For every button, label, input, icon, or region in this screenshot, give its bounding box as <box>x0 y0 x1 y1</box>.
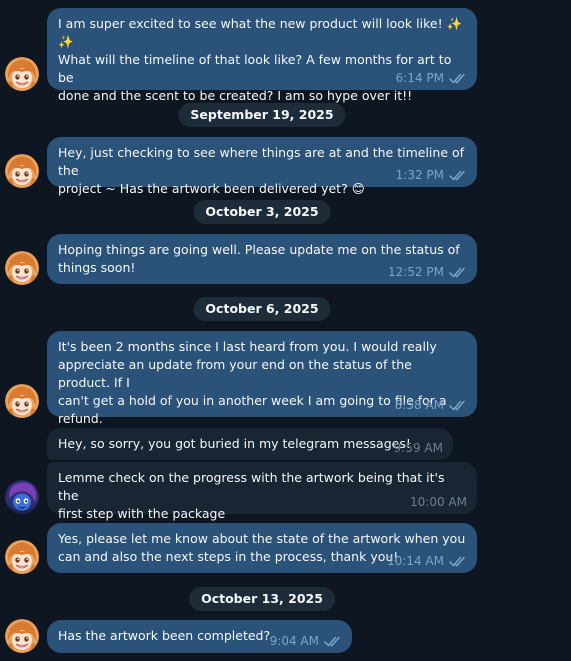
message-time: 6:14 PM <box>395 71 444 85</box>
message-time: 10:00 AM <box>410 495 467 509</box>
message-bubble-outgoing[interactable]: It's been 2 months since I last heard fr… <box>47 331 477 426</box>
anime-girl-avatar-icon[interactable] <box>5 384 39 418</box>
double-check-icon <box>449 170 467 181</box>
message-bubble-outgoing[interactable]: Has the artwork been completed? 9:04 AM <box>47 620 352 653</box>
message-bubble-outgoing[interactable]: Yes, please let me know about the state … <box>47 523 477 573</box>
date-separator: October 3, 2025 <box>193 200 331 224</box>
message-time: 1:32 PM <box>395 168 444 182</box>
message-meta: 1:32 PM <box>396 168 467 182</box>
message-bubble-incoming[interactable]: Lemme check on the progress with the art… <box>47 462 477 521</box>
message-meta: 10:14 AM <box>387 554 467 568</box>
date-separator: October 6, 2025 <box>193 297 331 321</box>
message-text: It's been 2 months since I last heard fr… <box>58 339 447 426</box>
double-check-icon <box>449 267 467 278</box>
message-meta: 12:52 PM <box>388 265 467 279</box>
message-meta: 8:58 AM <box>395 398 467 412</box>
message-time: 8:58 AM <box>394 398 444 412</box>
message-time: 10:14 AM <box>387 554 444 568</box>
message-bubble-outgoing[interactable]: Hoping things are going well. Please upd… <box>47 234 477 284</box>
anime-girl-avatar-icon[interactable] <box>5 154 39 188</box>
message-meta: 9:59 AM <box>394 441 443 455</box>
anime-girl-avatar-icon[interactable] <box>5 57 39 91</box>
double-check-icon <box>449 400 467 411</box>
purple-haired-avatar-icon[interactable] <box>5 480 39 514</box>
double-check-icon <box>449 556 467 567</box>
double-check-icon <box>324 636 342 647</box>
message-time: 12:52 PM <box>388 265 444 279</box>
message-bubble-outgoing[interactable]: I am super excited to see what the new p… <box>47 8 477 103</box>
date-separator: October 13, 2025 <box>189 587 335 611</box>
message-bubble-incoming[interactable]: Hey, so sorry, you got buried in my tele… <box>47 428 453 460</box>
message-text: Lemme check on the progress with the art… <box>58 470 445 521</box>
message-bubble-outgoing[interactable]: Hey, just checking to see where things a… <box>47 137 477 196</box>
date-separator: September 19, 2025 <box>178 103 346 127</box>
message-time: 9:04 AM <box>269 634 319 648</box>
message-text: I am super excited to see what the new p… <box>58 16 463 103</box>
anime-girl-avatar-icon[interactable] <box>5 251 39 285</box>
anime-girl-avatar-icon[interactable] <box>5 540 39 574</box>
message-meta: 6:14 PM <box>396 71 467 85</box>
double-check-icon <box>449 73 467 84</box>
message-text: Hey, so sorry, you got buried in my tele… <box>58 436 411 451</box>
message-meta: 10:00 AM <box>410 495 467 509</box>
message-time: 9:59 AM <box>393 441 443 455</box>
message-meta: 9:04 AM <box>270 634 342 648</box>
anime-girl-avatar-icon[interactable] <box>5 619 39 653</box>
